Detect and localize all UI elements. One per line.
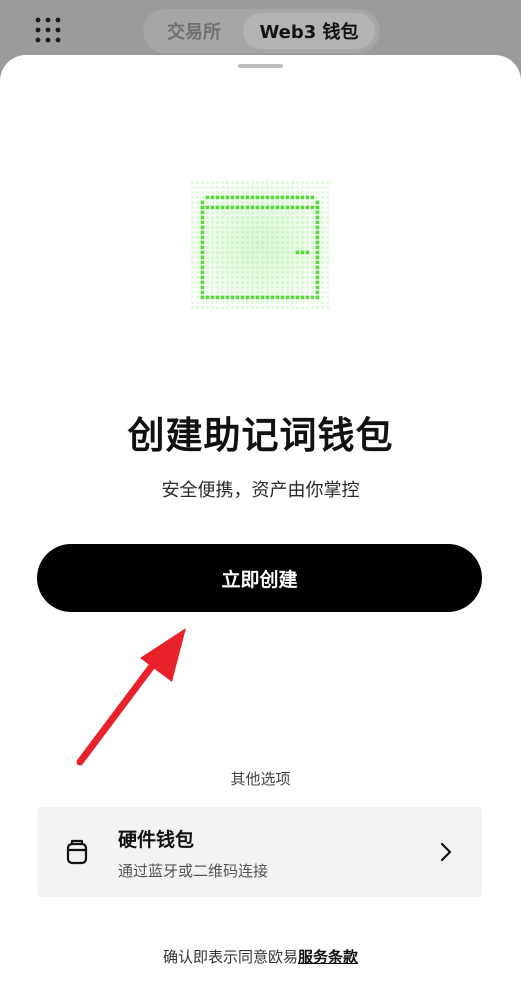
chevron-right-icon — [440, 842, 452, 862]
terms-of-service-link[interactable]: 服务条款 — [298, 948, 358, 966]
hardware-wallet-icon — [66, 839, 88, 865]
create-now-button[interactable]: 立即创建 — [37, 544, 482, 612]
grid-dots-icon[interactable] — [34, 16, 62, 44]
other-options-label: 其他选项 — [230, 770, 291, 788]
hardware-wallet-title: 硬件钱包 — [118, 829, 195, 851]
hardware-wallet-description: 通过蓝牙或二维码连接 — [118, 862, 269, 880]
hardware-wallet-option[interactable]: 硬件钱包 通过蓝牙或二维码连接 — [37, 807, 482, 897]
terms-footer: 确认即表示同意欧易服务条款 — [0, 946, 521, 967]
page-title: 创建助记词钱包 — [127, 414, 394, 457]
create-now-label: 立即创建 — [221, 568, 298, 591]
page-subtitle: 安全便携，资产由你掌控 — [161, 480, 360, 501]
bottom-sheet: 创建助记词钱包 安全便携，资产由你掌控 立即创建 其他选项 硬件钱包 通过蓝牙或… — [0, 55, 521, 988]
mode-switcher: 交易所 Web3 钱包 — [143, 9, 380, 53]
tab-web3-wallet[interactable]: Web3 钱包 — [243, 13, 375, 49]
terms-footer-text: 确认即表示同意欧易 — [162, 948, 298, 966]
wallet-icon — [180, 175, 340, 315]
sheet-grabber-handle[interactable] — [238, 64, 283, 68]
tab-exchange[interactable]: 交易所 — [151, 13, 237, 49]
